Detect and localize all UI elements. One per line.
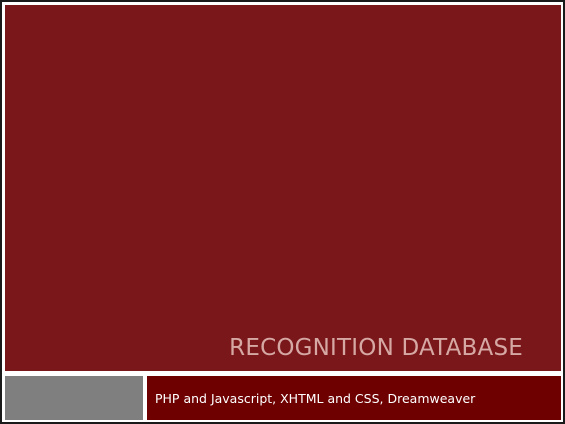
accent-block [5, 376, 143, 420]
slide-subtitle: PHP and Javascript, XHTML and CSS, Dream… [155, 390, 476, 406]
subtitle-bar: PHP and Javascript, XHTML and CSS, Dream… [147, 376, 561, 420]
slide-title: RECOGNITION DATABASE [229, 335, 523, 361]
slide: RECOGNITION DATABASE PHP and Javascript,… [0, 0, 565, 424]
title-panel: RECOGNITION DATABASE [5, 5, 561, 371]
